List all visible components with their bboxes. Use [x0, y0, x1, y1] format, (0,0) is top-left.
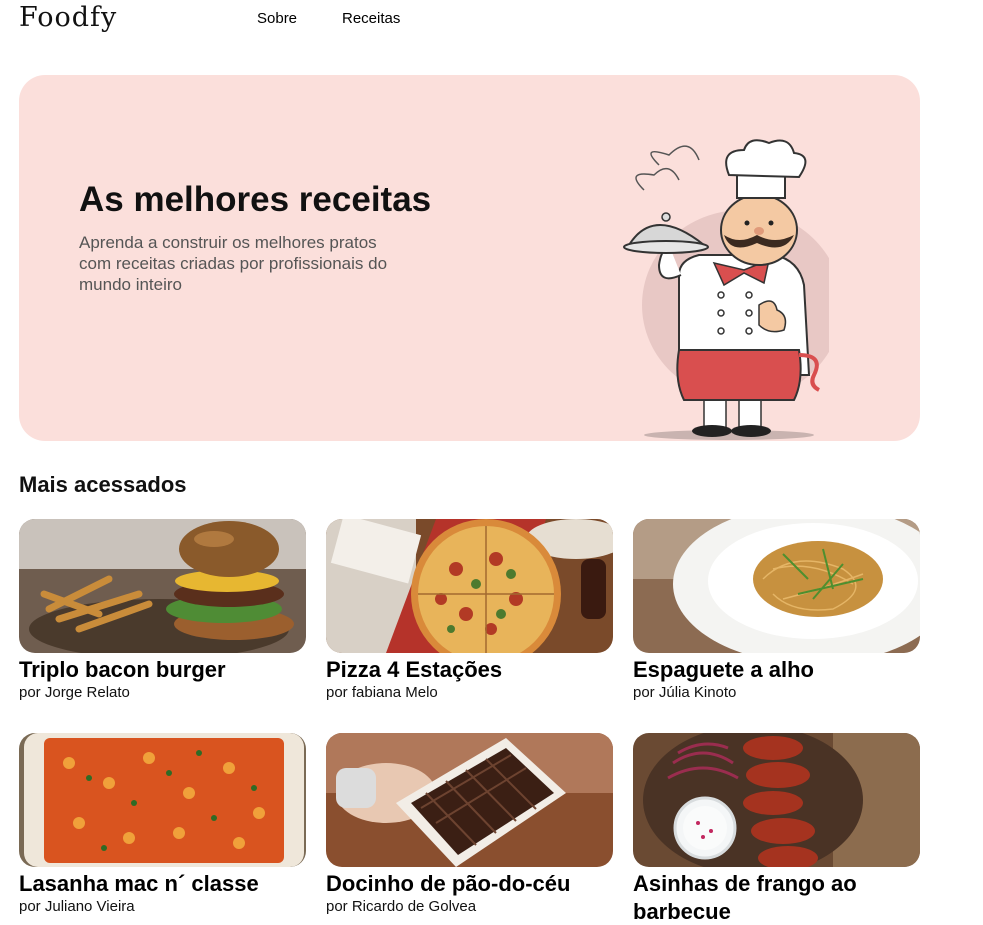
recipe-card[interactable]: Lasanha mac n´ classe por Juliano Vieira — [19, 733, 306, 916]
recipe-title[interactable]: Triplo bacon burger — [19, 656, 306, 684]
chef-illustration — [623, 139, 829, 440]
recipe-author: por Jorge Relato — [19, 684, 130, 701]
recipe-title[interactable]: Docinho de pão-do-céu — [326, 870, 613, 898]
chicken-wings-photo[interactable] — [633, 733, 920, 867]
recipe-author: por fabiana Melo — [326, 684, 438, 701]
recipe-card[interactable]: Docinho de pão-do-céu por Ricardo de Gol… — [326, 733, 613, 916]
recipe-title[interactable]: Espaguete a alho — [633, 656, 920, 684]
recipe-title[interactable]: Lasanha mac n´ classe — [19, 870, 306, 898]
recipe-card[interactable]: Pizza 4 Estações por fabiana Melo — [326, 519, 613, 702]
recipe-card[interactable]: Asinhas de frango ao barbecue — [633, 733, 920, 925]
recipe-author: por Ricardo de Golvea — [326, 898, 477, 915]
lasagna-photo[interactable] — [19, 733, 306, 867]
recipe-author: por Juliano Vieira — [19, 898, 135, 915]
chocolates-photo[interactable] — [326, 733, 613, 867]
recipe-card[interactable]: Espaguete a alho por Júlia Kinoto — [633, 519, 920, 702]
nav-link-receitas[interactable]: Receitas — [342, 10, 400, 27]
recipe-author: por Júlia Kinoto — [633, 684, 737, 701]
header: Foodfy Sobre Receitas — [0, 0, 983, 40]
recipe-title[interactable]: Pizza 4 Estações — [326, 656, 613, 684]
recipe-title[interactable]: Asinhas de frango ao barbecue — [633, 870, 920, 925]
pizza-photo[interactable] — [326, 519, 613, 653]
spaghetti-photo[interactable] — [633, 519, 920, 653]
section-title: Mais acessados — [19, 472, 187, 497]
nav-link-sobre[interactable]: Sobre — [257, 10, 297, 27]
recipe-card[interactable]: Triplo bacon burger por Jorge Relato — [19, 519, 306, 702]
hero-subtitle: Aprenda a construir os melhores pratos c… — [79, 233, 388, 294]
hero-title: As melhores receitas — [79, 180, 432, 219]
hero-banner: As melhores receitas Aprenda a construir… — [19, 75, 920, 441]
burger-photo[interactable] — [19, 519, 306, 653]
logo[interactable]: Foodfy — [19, 2, 117, 33]
